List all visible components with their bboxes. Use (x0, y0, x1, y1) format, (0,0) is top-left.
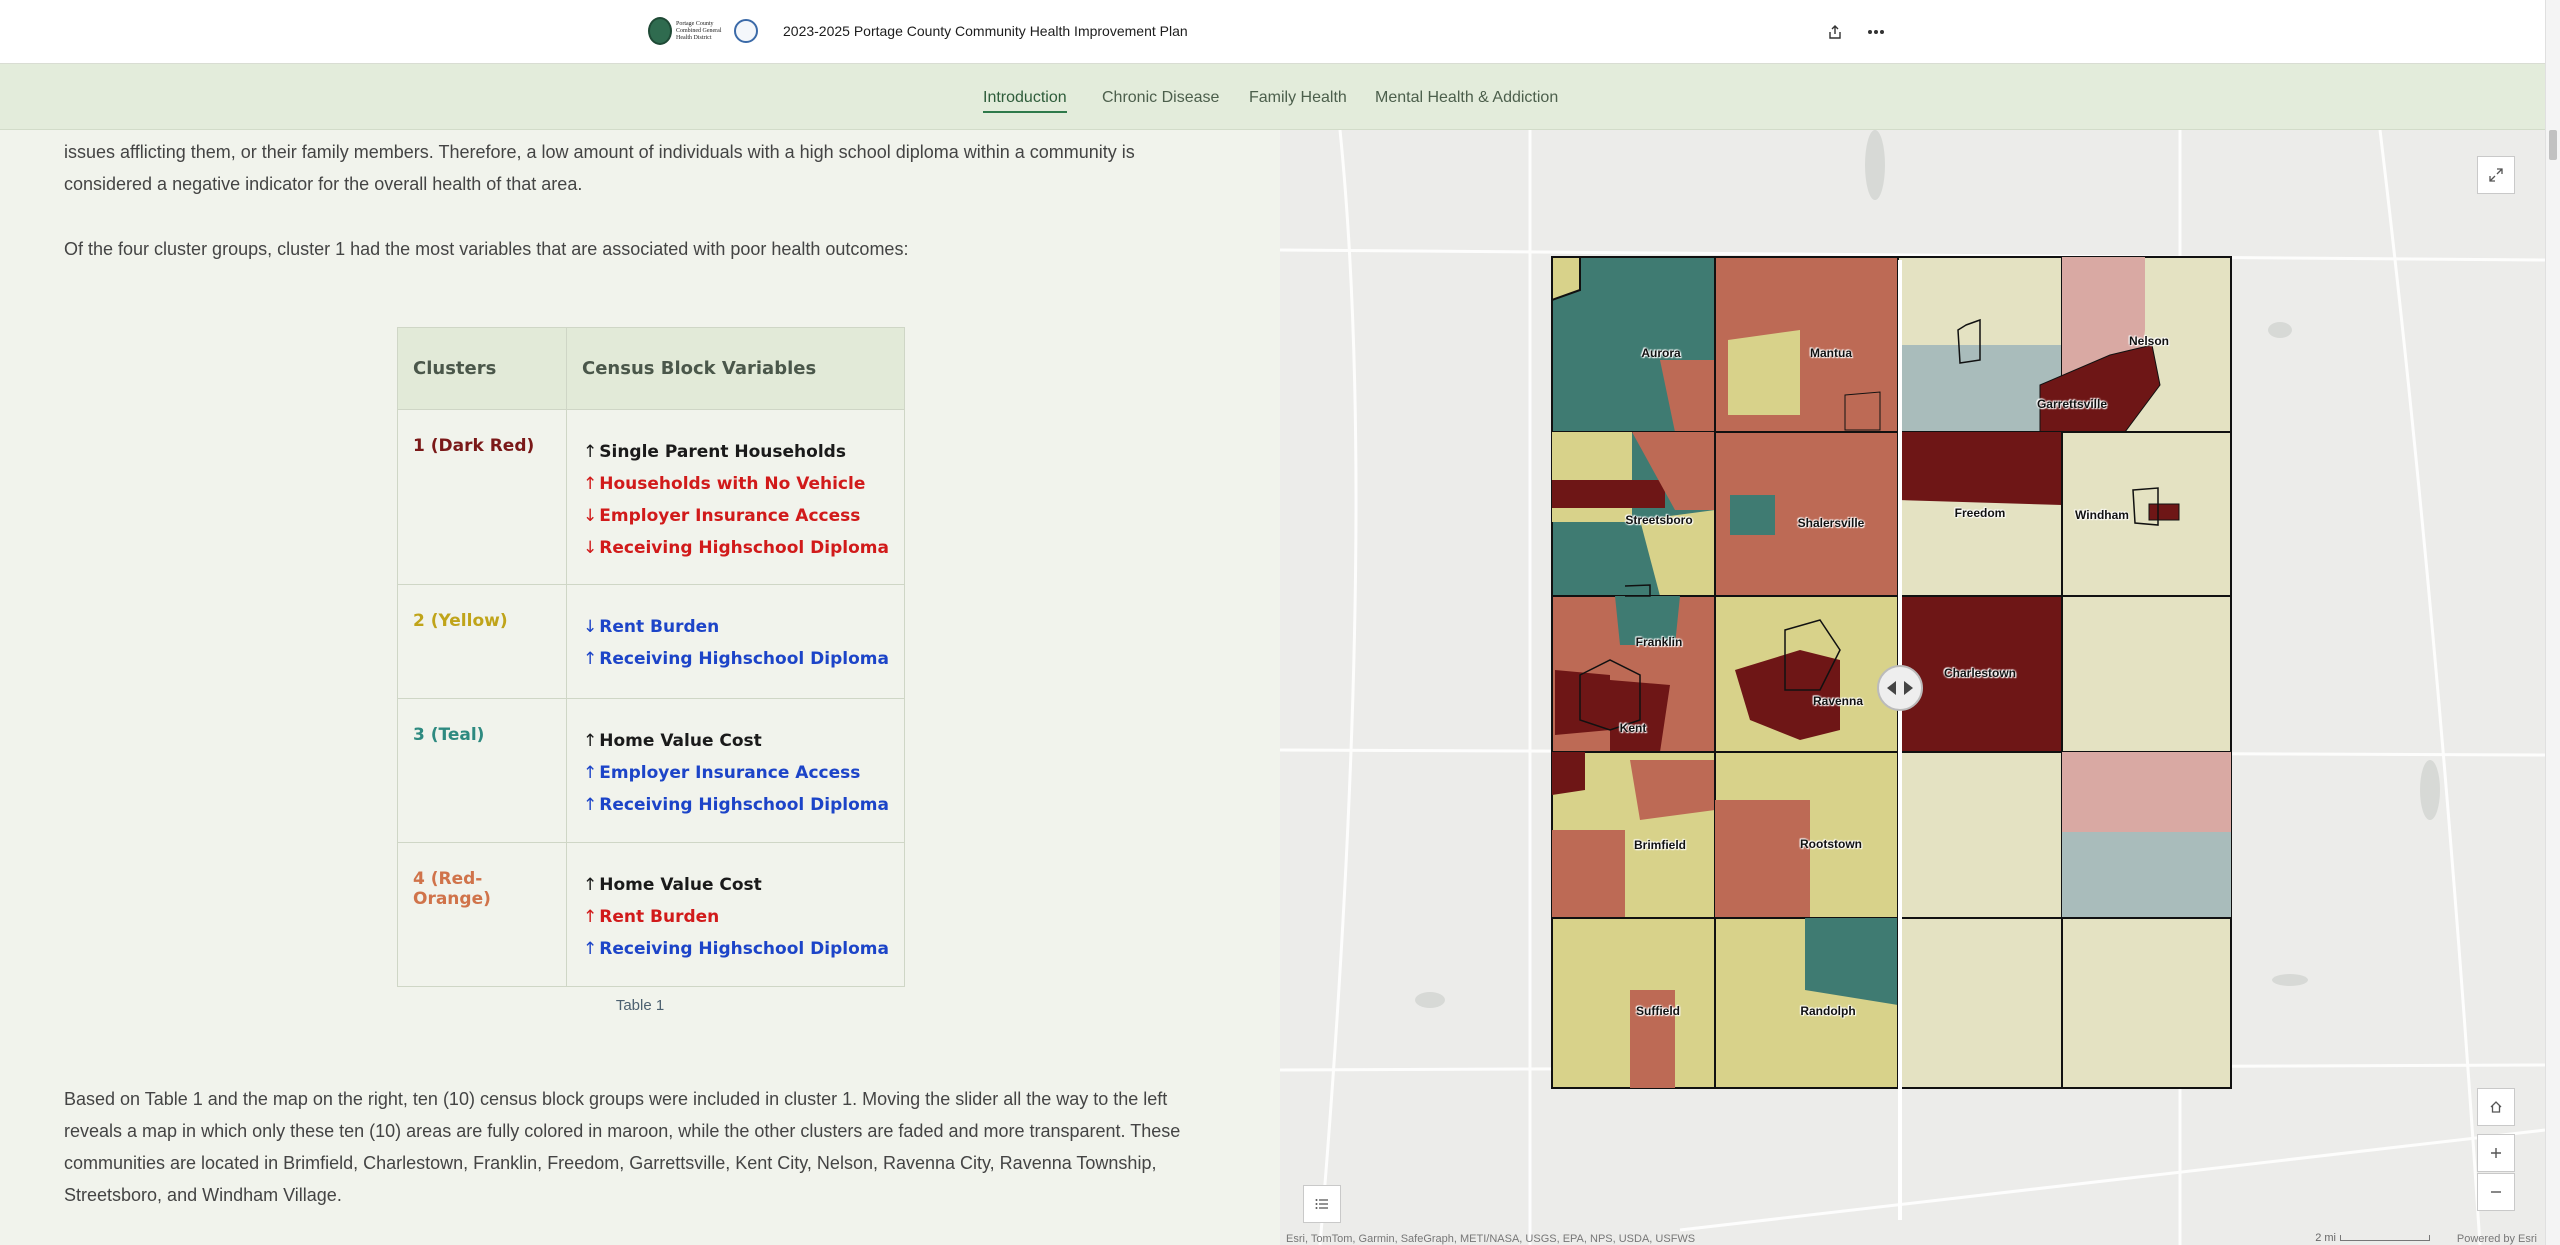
table-row: 1 (Dark Red) ↑ Single Parent Households ↑… (397, 409, 905, 585)
table-row: 3 (Teal) ↑ Home Value Cost ↑ Employer Insu… (397, 698, 905, 843)
zoom-in-icon[interactable] (2477, 1134, 2515, 1172)
variable-line: ↑ Home Value Cost (583, 731, 762, 751)
map-label: Ravenna (1812, 694, 1864, 708)
cluster-label: 3 (Teal) (397, 698, 567, 843)
variable-line: ↑ Households with No Vehicle (583, 474, 866, 494)
map-label: Windham (2075, 508, 2129, 522)
swipe-map[interactable]: Aurora Mantua Nelson Garrettsville Stree… (1280, 130, 2545, 1245)
swipe-divider (1898, 260, 1902, 1220)
variable-line: ↑ Home Value Cost (583, 875, 762, 895)
variable-line: ↑ Receiving Highschool Diploma (583, 649, 889, 669)
nav-family-health[interactable]: Family Health (1249, 89, 1347, 107)
map-label: Freedom (1954, 506, 2006, 520)
map-label: Rootstown (1800, 837, 1862, 851)
paragraph-cluster-one: Based on Table 1 and the map on the righ… (64, 1089, 1181, 1205)
paragraph-clusters: Of the four cluster groups, cluster 1 ha… (64, 239, 909, 259)
table-row: 2 (Yellow) ↓ Rent Burden ↑ Receiving Highs… (397, 584, 905, 699)
table-row: 4 (Red-Orange) ↑ Home Value Cost ↑ Rent Bu… (397, 842, 905, 987)
paragraph-diploma: issues afflicting them, or their family … (64, 142, 1135, 194)
clusters-table: Clusters Census Block Variables 1 (Dark … (397, 327, 905, 987)
more-options-icon[interactable] (1866, 22, 1886, 42)
nav-mental-health-addiction[interactable]: Mental Health & Addiction (1375, 89, 1558, 107)
variable-line: ↑ Rent Burden (583, 907, 720, 927)
expand-map-icon[interactable] (2477, 156, 2515, 194)
variable-line: ↑ Single Parent Households (583, 442, 846, 462)
cluster-variables: ↑ Home Value Cost ↑ Employer Insurance Acc… (566, 698, 905, 843)
table-caption: Table 1 (615, 997, 665, 1014)
map-label: Garrettsville (2036, 397, 2108, 411)
table-header-variables: Census Block Variables (566, 327, 905, 410)
scale-bar: 2 mi (2315, 1232, 2430, 1244)
health-district-logo[interactable]: Portage County Combined General Health D… (648, 16, 760, 46)
scale-bar-line (2340, 1235, 2430, 1242)
cluster-label: 4 (Red-Orange) (397, 842, 567, 987)
map-label: Suffield (1636, 1004, 1680, 1018)
map-label: Brimfield (1633, 838, 1687, 852)
map-label: Mantua (1810, 346, 1852, 360)
narrative-panel: issues afflicting them, or their family … (0, 130, 1280, 1245)
cluster-variables: ↓ Rent Burden ↑ Receiving Highschool Diplo… (566, 584, 905, 699)
variable-line: ↓ Receiving Highschool Diploma (583, 538, 889, 558)
map-label: Nelson (2128, 334, 2170, 348)
swipe-slider-handle[interactable] (1877, 665, 1923, 711)
cluster-variables: ↑ Single Parent Households ↑ Households wi… (566, 409, 905, 585)
badge-icon (734, 19, 758, 43)
cluster-label: 2 (Yellow) (397, 584, 567, 699)
map-label: Aurora (1641, 346, 1681, 360)
variable-line: ↓ Employer Insurance Access (583, 506, 861, 526)
map-attribution[interactable]: Esri, TomTom, Garmin, SafeGraph, METI/NA… (1286, 1233, 1695, 1245)
home-extent-icon[interactable] (2477, 1088, 2515, 1126)
table-header-clusters: Clusters (397, 327, 567, 410)
seal-icon (648, 17, 672, 45)
page-scrollbar[interactable] (2545, 0, 2560, 1245)
zoom-out-icon[interactable] (2477, 1173, 2515, 1211)
scrollbar-thumb[interactable] (2549, 130, 2557, 160)
scale-label: 2 mi (2315, 1232, 2336, 1244)
map-label: Shalersville (1797, 516, 1865, 530)
variable-line: ↑ Receiving Highschool Diploma (583, 795, 889, 815)
variable-line: ↓ Rent Burden (583, 617, 720, 637)
logo-text: Portage County Combined General Health D… (676, 20, 722, 41)
map-label: Kent (1619, 721, 1647, 735)
nav-introduction[interactable]: Introduction (983, 89, 1067, 113)
legend-list-icon[interactable] (1303, 1185, 1341, 1223)
story-title: 2023-2025 Portage County Community Healt… (783, 23, 1188, 39)
map-label: Franklin (1635, 635, 1683, 649)
cluster-label: 1 (Dark Red) (397, 409, 567, 585)
share-icon[interactable] (1825, 22, 1845, 42)
map-label: Charlestown (1943, 666, 2017, 680)
map-label: Randolph (1800, 1004, 1856, 1018)
top-bar: Portage County Combined General Health D… (0, 0, 2545, 64)
cluster-variables: ↑ Home Value Cost ↑ Rent Burden ↑ Receiving… (566, 842, 905, 987)
nav-chronic-disease[interactable]: Chronic Disease (1102, 89, 1219, 107)
variable-line: ↑ Receiving Highschool Diploma (583, 939, 889, 959)
section-nav: Introduction Chronic Disease Family Heal… (0, 64, 2545, 130)
map-label: Streetsboro (1625, 513, 1693, 527)
powered-by-esri[interactable]: Powered by Esri (2457, 1233, 2537, 1245)
table-header-row: Clusters Census Block Variables (397, 327, 905, 410)
variable-line: ↑ Employer Insurance Access (583, 763, 861, 783)
